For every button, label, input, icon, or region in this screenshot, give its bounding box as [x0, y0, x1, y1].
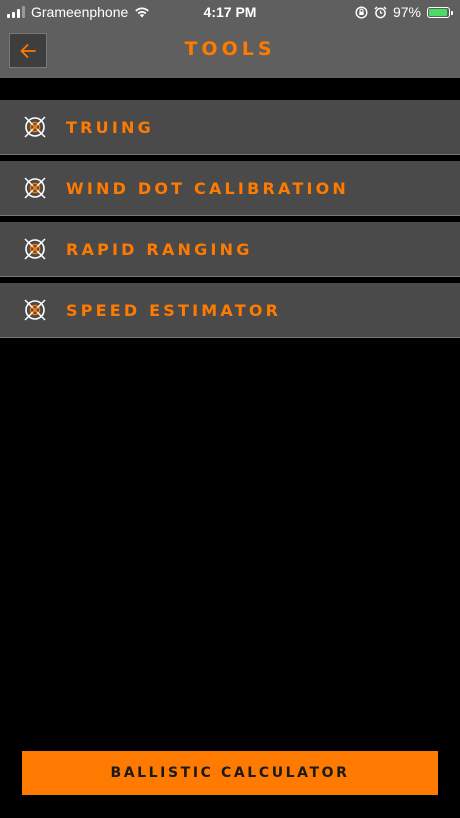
status-right: 97%: [355, 4, 453, 20]
target-icon: [24, 116, 46, 138]
tool-label: SPEED ESTIMATOR: [66, 301, 282, 320]
target-icon: [24, 299, 46, 321]
tool-item-truing[interactable]: TRUING: [0, 100, 460, 155]
header: TOOLS: [0, 24, 460, 78]
tool-item-wind-dot-calibration[interactable]: WIND DOT CALIBRATION: [0, 161, 460, 216]
tool-item-rapid-ranging[interactable]: RAPID RANGING: [0, 222, 460, 277]
target-icon: [24, 238, 46, 260]
target-icon: [24, 177, 46, 199]
status-bar: Grameenphone 4:17 PM 97%: [0, 0, 460, 24]
orientation-lock-icon: [355, 5, 368, 19]
tool-list: TRUING WIND DOT CALIBRATION RAPID RANGIN…: [0, 100, 460, 344]
alarm-icon: [374, 5, 387, 18]
tool-label: WIND DOT CALIBRATION: [66, 179, 349, 198]
battery-percent: 97%: [392, 4, 421, 20]
battery-icon: [427, 6, 453, 18]
tool-item-speed-estimator[interactable]: SPEED ESTIMATOR: [0, 283, 460, 338]
battery-fill: [429, 8, 448, 16]
tool-label: TRUING: [66, 118, 154, 137]
tool-label: RAPID RANGING: [66, 240, 253, 259]
ballistic-calculator-button[interactable]: BALLISTIC CALCULATOR: [22, 751, 438, 795]
page-title: TOOLS: [184, 38, 276, 60]
